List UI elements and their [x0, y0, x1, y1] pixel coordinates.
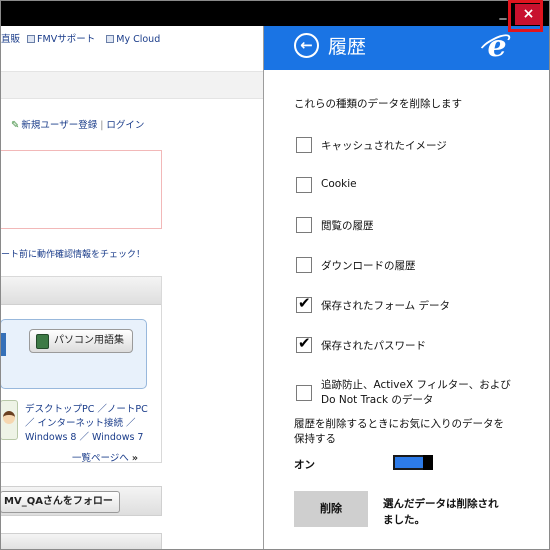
checkbox[interactable]: ✔ [296, 294, 312, 313]
option-label: 閲覧の履歴 [321, 220, 374, 232]
face-icon [3, 411, 15, 424]
checkbox[interactable] [296, 217, 312, 233]
webpage-background: 直販 FMVサポート My Cloud ✎ 新規ユーザー登録 | ログイン ート前に動… [1, 26, 263, 549]
checkmark-icon: ✔ [298, 334, 311, 352]
glossary-button[interactable]: パソコン用語集 [29, 329, 133, 353]
pc-links-line-3[interactable]: Windows 8 ／ Windows 7 [25, 431, 148, 445]
checkmark-icon: ✔ [298, 294, 311, 312]
double-chevron-icon: » [131, 453, 138, 464]
option-label: 保存されたフォーム データ [321, 300, 451, 312]
follow-bar: MV_QAさんをフォロー [1, 486, 162, 516]
link-panel: パソコン用語集 [1, 319, 147, 389]
option-label: 保存されたパスワード [321, 340, 426, 352]
checkbox[interactable]: ✔ [296, 334, 312, 353]
window-titlebar: _ × [1, 1, 549, 26]
pc-category-links: デスクトップPC ／ノートPC ／ インターネット接続 ／ Windows 8 … [25, 403, 148, 445]
flyout-header: ← 履歴 e [264, 26, 550, 70]
option-label: 追跡防止、ActiveX フィルター、および Do Not Track のデータ [321, 379, 511, 406]
keep-favorites-label: 履歴を削除するときにお気に入りのデータを保持する [294, 418, 504, 445]
panel-tab-edge [1, 333, 6, 356]
follow-button[interactable]: MV_QAさんをフォロー [1, 491, 120, 513]
pencil-icon: ✎ [11, 120, 20, 131]
top-link-direct[interactable]: 直販 [1, 34, 20, 45]
back-button[interactable]: ← [294, 33, 319, 58]
top-link-fmv-support[interactable]: FMVサポート [27, 34, 99, 45]
list-page-link[interactable]: 一覧ページへ» [72, 450, 138, 464]
option-label: Cookie [321, 178, 357, 190]
checkbox[interactable] [296, 137, 312, 153]
bottom-band [1, 533, 162, 549]
checkbox[interactable] [296, 257, 312, 273]
checkbox[interactable] [296, 177, 312, 193]
history-flyout: ← 履歴 e これらの種類のデータを削除します キャッシュされたイメージ Coo… [263, 26, 550, 549]
top-link-my-cloud[interactable]: My Cloud [106, 34, 164, 45]
delete-button[interactable]: 削除 [294, 491, 368, 527]
pc-links-line-1[interactable]: デスクトップPC ／ノートPC [25, 403, 148, 417]
check-info-link[interactable]: ート前に動作確認情報をチェック！ [1, 247, 145, 260]
option-label: キャッシュされたイメージ [321, 140, 447, 152]
checkbox[interactable] [296, 385, 312, 401]
toggle-state-label: オン [294, 459, 315, 471]
login-link[interactable]: ログイン [106, 120, 144, 131]
avatar [1, 400, 18, 440]
delete-status-message: 選んだデータは削除されました。 [383, 498, 499, 526]
flyout-title: 履歴 [328, 36, 367, 58]
link-square-icon [27, 35, 36, 43]
delete-intro: これらの種類のデータを削除します [294, 98, 462, 110]
top-links: 直販 FMVサポート My Cloud [1, 31, 168, 45]
notice-box [1, 150, 162, 229]
account-links: ✎ 新規ユーザー登録 | ログイン [11, 120, 145, 131]
content-section: パソコン用語集 デスクトップPC ／ノートPC ／ インターネット接続 ／ Wi… [1, 276, 162, 464]
book-icon [36, 334, 49, 349]
register-link[interactable]: 新規ユーザー登録 [21, 120, 97, 131]
close-highlight-frame [508, 0, 543, 32]
link-square-icon [106, 35, 115, 43]
ie-icon: e [487, 29, 507, 64]
section-header [1, 277, 161, 305]
toggle-thumb[interactable] [423, 455, 433, 470]
grey-band [1, 71, 263, 99]
pc-links-line-2[interactable]: ／ インターネット接続 ／ [25, 417, 148, 431]
keep-favorites-toggle[interactable] [393, 455, 433, 470]
option-label: ダウンロードの履歴 [321, 260, 416, 272]
